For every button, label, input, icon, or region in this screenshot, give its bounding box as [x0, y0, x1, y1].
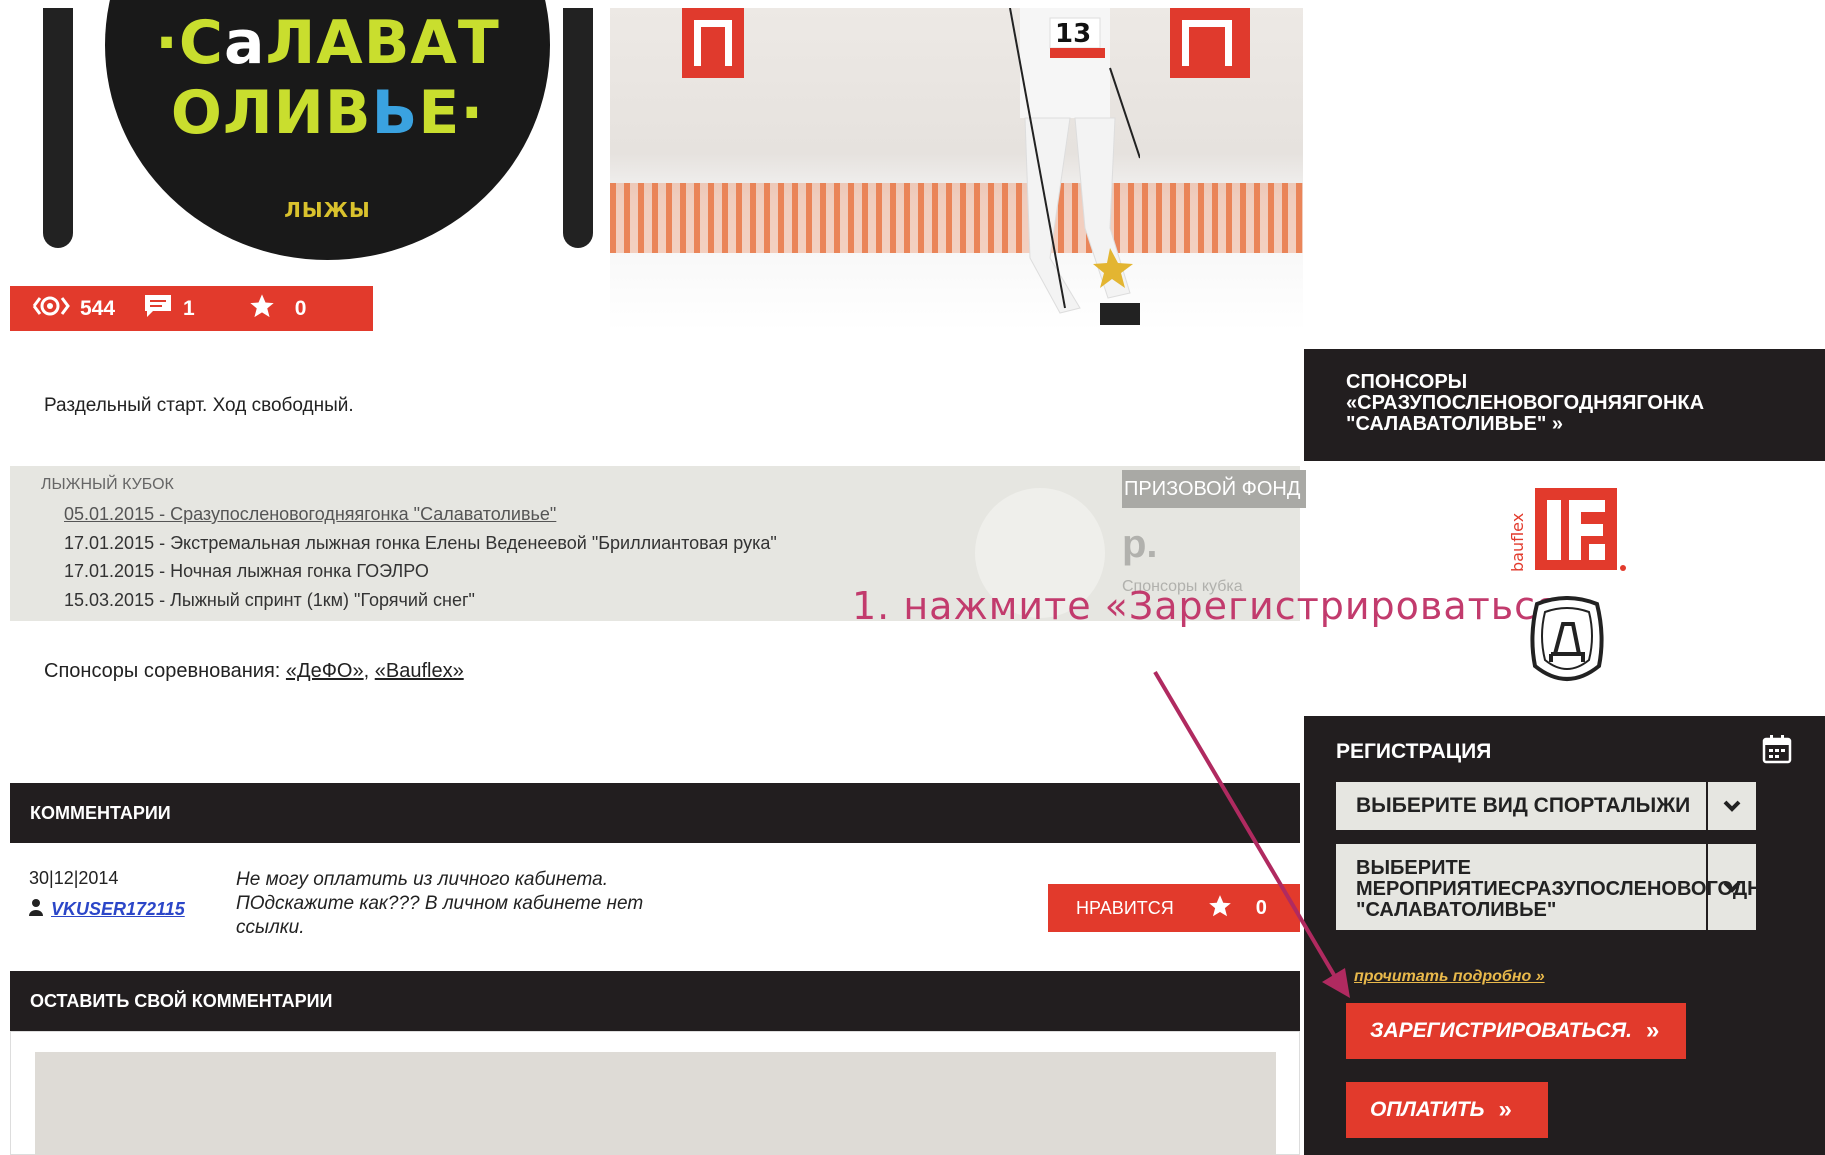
cup-event-item[interactable]: 17.01.2015 - Экстремальная лыжная гонка …: [64, 529, 777, 558]
cup-event-item[interactable]: 17.01.2015 - Ночная лыжная гонка ГОЭЛРО: [64, 557, 777, 586]
logo-left-stroke: [43, 8, 73, 248]
event-value: ВЫБЕРИТЕ МЕРОПРИЯТИЕСРАЗУПОСЛЕНОВОГОДНЯЯ…: [1356, 857, 1756, 921]
user-icon: [29, 898, 43, 921]
prize-fund-tab[interactable]: ПРИЗОВОЙ ФОНД: [1122, 470, 1306, 508]
views-stat: 544: [30, 294, 115, 324]
comment-author: VKUSER172115: [29, 898, 185, 921]
pay-button[interactable]: ОПЛАТИТЬ »: [1346, 1082, 1548, 1138]
race-description: Раздельный старт. Ход свободный.: [44, 395, 354, 416]
read-more-link[interactable]: прочитать подробно »: [1354, 968, 1545, 986]
favorites-count: 0: [294, 296, 307, 320]
sponsor-separator: ,: [363, 660, 375, 682]
comments-count: 1: [183, 296, 195, 320]
photo-banner: [1170, 8, 1250, 78]
calendar-icon: [1762, 735, 1792, 764]
leave-comment-form: [10, 1031, 1300, 1155]
like-label: НРАВИТСЯ: [1076, 897, 1174, 918]
logo-text-line1: ·СаЛАВАТ: [155, 8, 500, 78]
comment-item: 30|12|2014 VKUSER172115 Не могу оплатить…: [10, 860, 1300, 960]
leave-comment-header: ОСТАВИТЬ СВОЙ КОММЕНТАРИИ: [10, 971, 1300, 1031]
event-select[interactable]: ВЫБЕРИТЕ МЕРОПРИЯТИЕСРАЗУПОСЛЕНОВОГОДНЯЯ…: [1336, 844, 1756, 930]
logo-text-line2: ОЛИВЬЕ·: [170, 78, 485, 148]
logo-right-stroke: [563, 8, 593, 248]
register-button-label: ЗАРЕГИСТРИРОВАТЬСЯ.: [1370, 1019, 1632, 1042]
defo-logo[interactable]: [1527, 596, 1607, 688]
cup-event-item[interactable]: 05.01.2015 - Сразупосленовогодняягонка "…: [64, 500, 777, 529]
stats-bar: 544 1 0: [10, 286, 373, 331]
bauflex-logo[interactable]: bauflex: [1505, 480, 1635, 580]
svg-text:13: 13: [1055, 19, 1091, 49]
double-chevron-right-icon: »: [1498, 1096, 1512, 1123]
comments-header: КОММЕНТАРИИ: [10, 783, 1300, 843]
skier-figure: 13: [1009, 8, 1140, 325]
star-icon: [1206, 893, 1234, 924]
logo-text-line3: ЛЫЖЫ: [284, 198, 371, 222]
comment-author-link[interactable]: VKUSER172115: [51, 899, 185, 920]
chevron-down-icon[interactable]: [1706, 782, 1756, 830]
like-button[interactable]: НРАВИТСЯ 0: [1048, 884, 1300, 932]
chevron-down-icon[interactable]: [1706, 844, 1756, 930]
sport-type-select[interactable]: ВЫБЕРИТЕ ВИД СПОРТАЛЫЖИ: [1336, 782, 1756, 830]
sponsor-link-defo[interactable]: «ДеФО»: [286, 660, 364, 682]
registration-panel: РЕГИСТРАЦИЯ ВЫБЕРИТЕ ВИД СПОРТАЛЫЖИ ВЫБЕ…: [1304, 716, 1825, 1155]
comment-textarea[interactable]: [35, 1052, 1276, 1155]
comment-text: Не могу оплатить из личного кабинета. ПО…: [236, 869, 644, 938]
register-button[interactable]: ЗАРЕГИСТРИРОВАТЬСЯ. »: [1346, 1003, 1686, 1059]
prize-fund-value: р.: [1122, 522, 1158, 566]
instruction-annotation: 1. нажмите «Зарегистрироваться»: [852, 584, 1585, 628]
logo-disc: ·СаЛАВАТ ОЛИВЬЕ· ЛЫЖЫ: [105, 0, 550, 260]
comment-date: 30|12|2014: [29, 868, 119, 888]
eye-icon: [30, 294, 70, 324]
star-icon: [247, 292, 277, 326]
comment-icon: [143, 293, 173, 325]
sponsors-prefix: Спонсоры соревнования:: [44, 660, 286, 682]
cup-event-item[interactable]: 15.03.2015 - Лыжный спринт (1км) "Горячи…: [64, 586, 777, 615]
double-chevron-right-icon: »: [1645, 1017, 1660, 1044]
favorites-stat: 0: [247, 292, 307, 326]
sport-type-value: ВЫБЕРИТЕ ВИД СПОРТАЛЫЖИ: [1356, 794, 1691, 817]
registration-title: РЕГИСТРАЦИЯ: [1336, 740, 1492, 763]
cup-title: ЛЫЖНЫЙ КУБОК: [41, 476, 174, 493]
photo-banner: [682, 8, 744, 78]
photo-fence: [610, 183, 1303, 253]
views-count: 544: [80, 296, 116, 320]
comments-stat: 1: [143, 293, 195, 325]
competition-sponsors: Спонсоры соревнования: «ДеФО», «Bauflex»: [44, 660, 464, 683]
bauflex-logo-text: bauflex: [1508, 513, 1527, 572]
event-logo-image: ·СаЛАВАТ ОЛИВЬЕ· ЛЫЖЫ: [10, 0, 595, 290]
like-count: 0: [1255, 896, 1267, 919]
cup-events-list: 05.01.2015 - Сразупосленовогодняягонка "…: [64, 500, 777, 614]
cup-event-link[interactable]: 05.01.2015 - Сразупосленовогодняягонка "…: [64, 504, 556, 524]
pay-button-label: ОПЛАТИТЬ: [1370, 1098, 1485, 1121]
skier-photo: 13: [610, 8, 1303, 331]
sidebar-sponsors-title: СПОНСОРЫ «СРАЗУПОСЛЕНОВОГОДНЯЯГОНКА "САЛ…: [1304, 349, 1825, 461]
sponsor-link-bauflex[interactable]: «Bauflex»: [375, 660, 464, 682]
